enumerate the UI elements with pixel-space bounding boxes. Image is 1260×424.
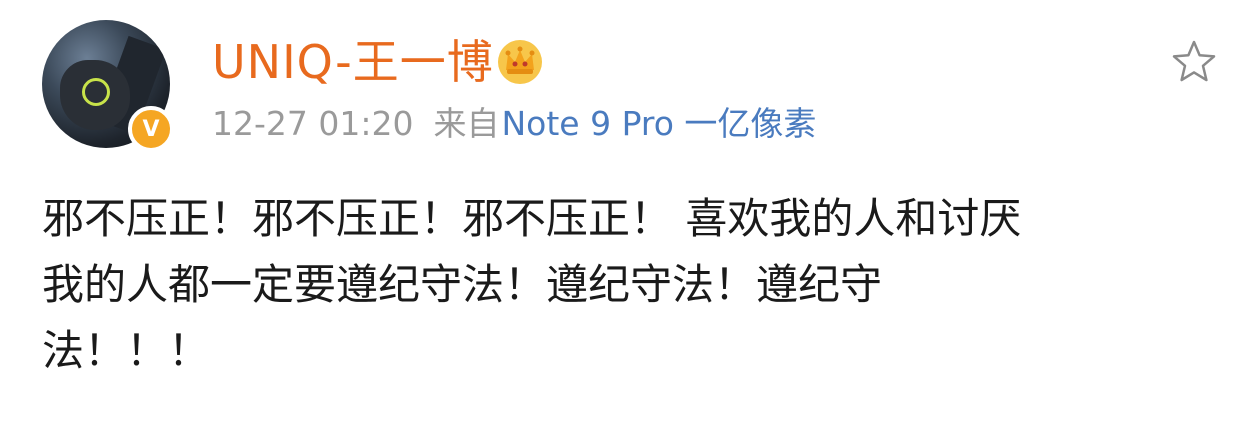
crown-icon: [498, 40, 542, 84]
content-line: 法！！！: [42, 326, 211, 375]
source-label: 来自: [433, 104, 500, 143]
weibo-post: V UNIQ-王一博 12-27 01:20 来自Note 9 Pro 一亿像素 …: [0, 0, 1260, 424]
post-meta: 12-27 01:20 来自Note 9 Pro 一亿像素: [212, 104, 816, 144]
username[interactable]: UNIQ-王一博: [212, 34, 494, 90]
device-link[interactable]: Note 9 Pro 一亿像素: [501, 104, 816, 143]
content-line: 我的人都一定要遵纪守法！遵纪守法！遵纪守: [42, 260, 883, 309]
post-timestamp: 12-27 01:20: [212, 104, 414, 143]
post-content: 邪不压正！邪不压正！邪不压正！ 喜欢我的人和讨厌 我的人都一定要遵纪守法！遵纪守…: [42, 186, 1212, 384]
content-line: 邪不压正！邪不压正！邪不压正！ 喜欢我的人和讨厌: [42, 194, 1022, 243]
star-icon[interactable]: [1170, 38, 1218, 86]
avatar-container[interactable]: V: [42, 20, 174, 152]
verified-badge-icon: V: [128, 106, 174, 152]
